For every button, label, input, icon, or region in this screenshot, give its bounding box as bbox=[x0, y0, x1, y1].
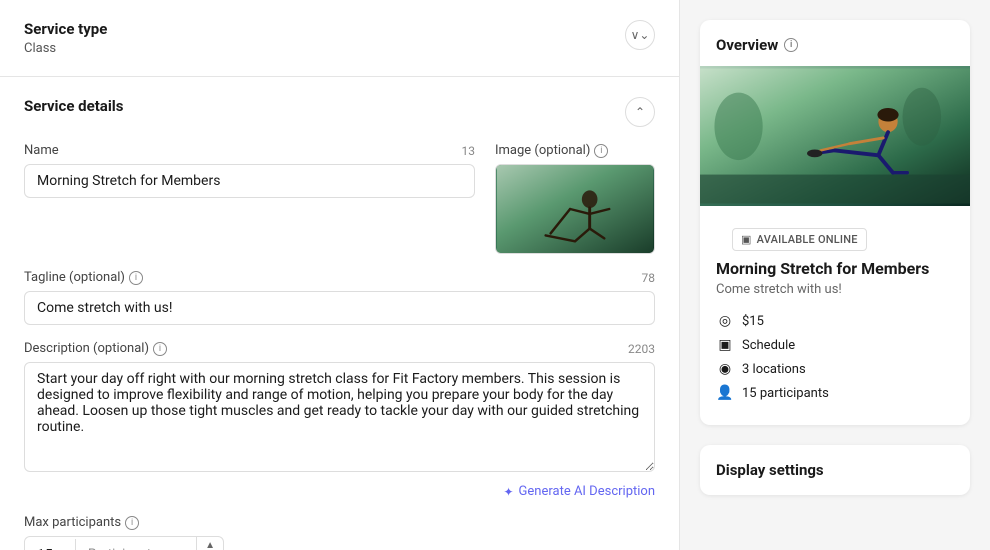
image-field-col: Image (optional) i bbox=[495, 143, 655, 254]
schedule-label: Schedule bbox=[742, 338, 795, 353]
description-textarea[interactable]: Start your day off right with our mornin… bbox=[24, 362, 655, 472]
overview-title: Overview i bbox=[700, 20, 970, 66]
service-details-header: Service details ⌃ bbox=[24, 97, 655, 127]
overview-info-icon[interactable]: i bbox=[784, 38, 798, 52]
monitor-icon: ▣ bbox=[741, 233, 752, 246]
name-field-col: Name 13 bbox=[24, 143, 475, 254]
tagline-label: Tagline (optional) i bbox=[24, 270, 143, 285]
tagline-field-label-row: Tagline (optional) i 78 bbox=[24, 270, 655, 285]
service-type-content: Service type Class bbox=[24, 20, 107, 56]
name-input[interactable] bbox=[24, 164, 475, 198]
participants-unit-label: Participants bbox=[75, 539, 196, 550]
service-details-title: Service details bbox=[24, 97, 123, 115]
generate-ai-row: ✦ Generate AI Description bbox=[24, 484, 655, 499]
name-char-count: 13 bbox=[462, 144, 476, 158]
max-participants-group: Max participants i Participants ▲ ▼ bbox=[24, 515, 655, 550]
image-upload-box[interactable] bbox=[495, 164, 655, 254]
generate-ai-button[interactable]: ✦ Generate AI Description bbox=[503, 484, 655, 499]
service-type-label: Service type bbox=[24, 20, 107, 38]
description-char-count: 2203 bbox=[628, 342, 655, 356]
name-image-row: Name 13 Image (optional) i bbox=[24, 143, 655, 254]
tagline-info-icon[interactable]: i bbox=[129, 271, 143, 285]
max-participants-input[interactable] bbox=[25, 539, 75, 550]
participants-stepper: ▲ ▼ bbox=[196, 537, 223, 550]
description-field-label-row: Description (optional) i 2203 bbox=[24, 341, 655, 356]
image-info-icon[interactable]: i bbox=[594, 144, 608, 158]
tagline-char-count: 78 bbox=[642, 271, 656, 285]
tagline-input[interactable] bbox=[24, 291, 655, 325]
description-info-icon[interactable]: i bbox=[153, 342, 167, 356]
display-settings-title: Display settings bbox=[716, 461, 954, 479]
max-participants-info-icon[interactable]: i bbox=[125, 516, 139, 530]
right-panel: Overview i bbox=[680, 0, 990, 550]
max-participants-label-row: Max participants i bbox=[24, 515, 655, 530]
description-label: Description (optional) i bbox=[24, 341, 167, 356]
available-badge-row: ▣ AVAILABLE ONLINE bbox=[700, 206, 970, 259]
price-value: $15 bbox=[742, 314, 764, 329]
locations-value: 3 locations bbox=[742, 362, 806, 377]
left-panel: Service type Class ⌄ Service details ⌃ N… bbox=[0, 0, 680, 550]
participants-row: 👤 15 participants bbox=[716, 385, 954, 401]
athlete-image-preview bbox=[496, 165, 654, 253]
participants-input-wrap: Participants ▲ ▼ bbox=[24, 536, 224, 550]
overview-details: ◎ $15 ▣ Schedule ◉ 3 locations 👤 15 part… bbox=[700, 309, 970, 425]
chevron-up-icon: ⌃ bbox=[635, 105, 645, 119]
chevron-down-icon: ⌄ bbox=[631, 28, 650, 42]
name-field-label-row: Name 13 bbox=[24, 143, 475, 158]
image-field-label-row: Image (optional) i bbox=[495, 143, 655, 158]
price-icon: ◎ bbox=[716, 313, 734, 329]
available-online-badge: ▣ AVAILABLE ONLINE bbox=[732, 228, 867, 251]
overview-section: Overview i bbox=[700, 20, 970, 425]
schedule-row: ▣ Schedule bbox=[716, 337, 954, 353]
service-type-collapse-button[interactable]: ⌄ bbox=[625, 20, 655, 50]
participants-icon: 👤 bbox=[716, 385, 734, 401]
price-row: ◎ $15 bbox=[716, 313, 954, 329]
service-details-collapse-button[interactable]: ⌃ bbox=[625, 97, 655, 127]
display-settings-section: Display settings bbox=[700, 445, 970, 495]
overview-hero-svg bbox=[700, 66, 970, 206]
overview-service-name: Morning Stretch for Members bbox=[700, 259, 970, 282]
service-details-section: Service details ⌃ Name 13 Image (optiona… bbox=[0, 77, 679, 550]
schedule-icon: ▣ bbox=[716, 337, 734, 353]
overview-tagline: Come stretch with us! bbox=[700, 282, 970, 309]
sparkle-icon: ✦ bbox=[503, 485, 513, 499]
generate-ai-label: Generate AI Description bbox=[519, 484, 655, 499]
image-label: Image (optional) i bbox=[495, 143, 608, 158]
stepper-up-button[interactable]: ▲ bbox=[197, 537, 223, 550]
locations-row: ◉ 3 locations bbox=[716, 361, 954, 377]
athlete-svg bbox=[496, 165, 654, 253]
service-type-value: Class bbox=[24, 41, 107, 56]
max-participants-label: Max participants i bbox=[24, 515, 139, 530]
description-field-wrapper: Start your day off right with our mornin… bbox=[24, 362, 655, 476]
service-type-section: Service type Class ⌄ bbox=[0, 0, 679, 77]
participants-value: 15 participants bbox=[742, 386, 829, 401]
overview-hero-image bbox=[700, 66, 970, 206]
description-field-group: Description (optional) i 2203 Start your… bbox=[24, 341, 655, 476]
tagline-field-group: Tagline (optional) i 78 bbox=[24, 270, 655, 325]
service-type-header: Service type Class ⌄ bbox=[24, 20, 655, 56]
location-icon: ◉ bbox=[716, 361, 734, 377]
name-label: Name bbox=[24, 143, 59, 158]
